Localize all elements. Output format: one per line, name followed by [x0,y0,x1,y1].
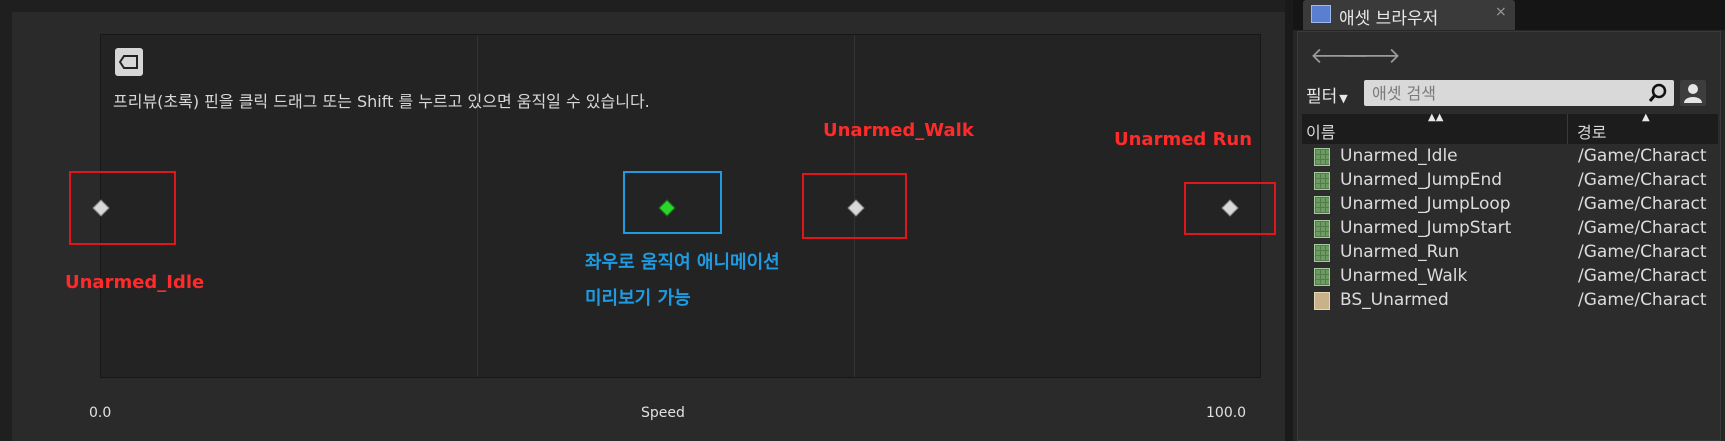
asset-path: /Game/Charact [1578,290,1707,310]
list-item[interactable]: BS_Unarmed /Game/Charact [1302,289,1718,313]
annotation-box-preview [623,171,722,234]
animation-sequence-icon [1314,148,1330,166]
list-item[interactable]: Unarmed_Walk /Game/Charact [1302,265,1718,289]
asset-browser-panel: 애셋 브라우저 × 🡐 🡒 필터▼ 이름 ▲▲ 경로 [1293,0,1725,441]
tab-bar: 애셋 브라우저 × [1293,0,1725,30]
annotation-box-idle [69,171,176,245]
editor-left-border [0,0,12,441]
annotation-label-run: Unarmed Run [1114,129,1253,150]
tab-asset-browser[interactable]: 애셋 브라우저 × [1303,0,1515,30]
asset-name: Unarmed_JumpEnd [1340,170,1503,190]
asset-browser-icon [1311,5,1331,23]
filter-label: 필터 [1306,87,1338,107]
asset-list-header: 이름 ▲▲ 경로 ▲ [1302,112,1718,144]
axis-max-label: 100.0 [1206,405,1247,421]
asset-list: Unarmed_Idle /Game/Charact Unarmed_JumpE… [1302,145,1718,313]
animation-sequence-icon [1314,244,1330,262]
axis-min-label: 0.0 [89,405,112,421]
panel-splitter[interactable] [1285,0,1293,441]
annotation-box-walk [802,173,907,239]
forward-arrow-icon[interactable]: 🡒 [1342,43,1401,69]
list-item[interactable]: Unarmed_Idle /Game/Charact [1302,145,1718,169]
annotation-label-preview-line1: 좌우로 움직여 애니메이션 [585,252,780,273]
annotation-label-preview-line2: 미리보기 가능 [585,288,691,309]
grid-line [477,35,478,377]
annotation-label-walk: Unarmed_Walk [823,120,974,141]
editor-top-border [0,0,1285,12]
animation-sequence-icon [1314,220,1330,238]
asset-path: /Game/Charact [1578,194,1707,214]
sort-arrow-icon: ▲ [1642,112,1650,123]
user-icon[interactable] [1680,80,1706,106]
search-box [1364,80,1674,106]
close-icon[interactable]: × [1495,4,1507,20]
blend-space-icon [1314,292,1330,310]
asset-name: Unarmed_Run [1340,242,1460,262]
search-input[interactable] [1364,80,1644,106]
sort-arrow-icon: ▲▲ [1428,112,1444,123]
asset-name: Unarmed_JumpLoop [1340,194,1511,214]
column-header-name[interactable]: 이름 [1306,119,1335,143]
search-icon[interactable] [1648,83,1668,103]
asset-path: /Game/Charact [1578,218,1707,238]
chevron-down-icon: ▼ [1339,92,1348,105]
blend-space-editor: 프리뷰(초록) 핀을 클릭 드래그 또는 Shift 를 누르고 있으면 움직일… [0,0,1285,441]
asset-name: Unarmed_Idle [1340,146,1458,166]
list-item[interactable]: Unarmed_JumpLoop /Game/Charact [1302,193,1718,217]
annotation-label-idle: Unarmed_Idle [65,272,205,293]
filter-button[interactable]: 필터 ▼ [1306,82,1348,107]
asset-path: /Game/Charact [1578,170,1707,190]
list-item[interactable]: Unarmed_JumpEnd /Game/Charact [1302,169,1718,193]
tag-icon [115,48,143,76]
column-separator[interactable] [1567,114,1568,144]
tab-label: 애셋 브라우저 [1339,9,1439,29]
asset-name: Unarmed_JumpStart [1340,218,1512,238]
annotation-box-run [1184,182,1276,235]
list-item[interactable]: Unarmed_JumpStart /Game/Charact [1302,217,1718,241]
animation-sequence-icon [1314,172,1330,190]
asset-browser-body: 🡐 🡒 필터▼ 이름 ▲▲ 경로 ▲ [1297,31,1721,441]
column-header-path[interactable]: 경로 [1577,119,1606,143]
list-item[interactable]: Unarmed_Run /Game/Charact [1302,241,1718,265]
preview-hint-text: 프리뷰(초록) 핀을 클릭 드래그 또는 Shift 를 누르고 있으면 움직일… [113,92,650,111]
animation-sequence-icon [1314,196,1330,214]
asset-path: /Game/Charact [1578,266,1707,286]
axis-name-label: Speed [641,405,685,421]
asset-name: Unarmed_Walk [1340,266,1468,286]
asset-path: /Game/Charact [1578,242,1707,262]
asset-path: /Game/Charact [1578,146,1707,166]
animation-sequence-icon [1314,268,1330,286]
asset-name: BS_Unarmed [1340,290,1449,310]
